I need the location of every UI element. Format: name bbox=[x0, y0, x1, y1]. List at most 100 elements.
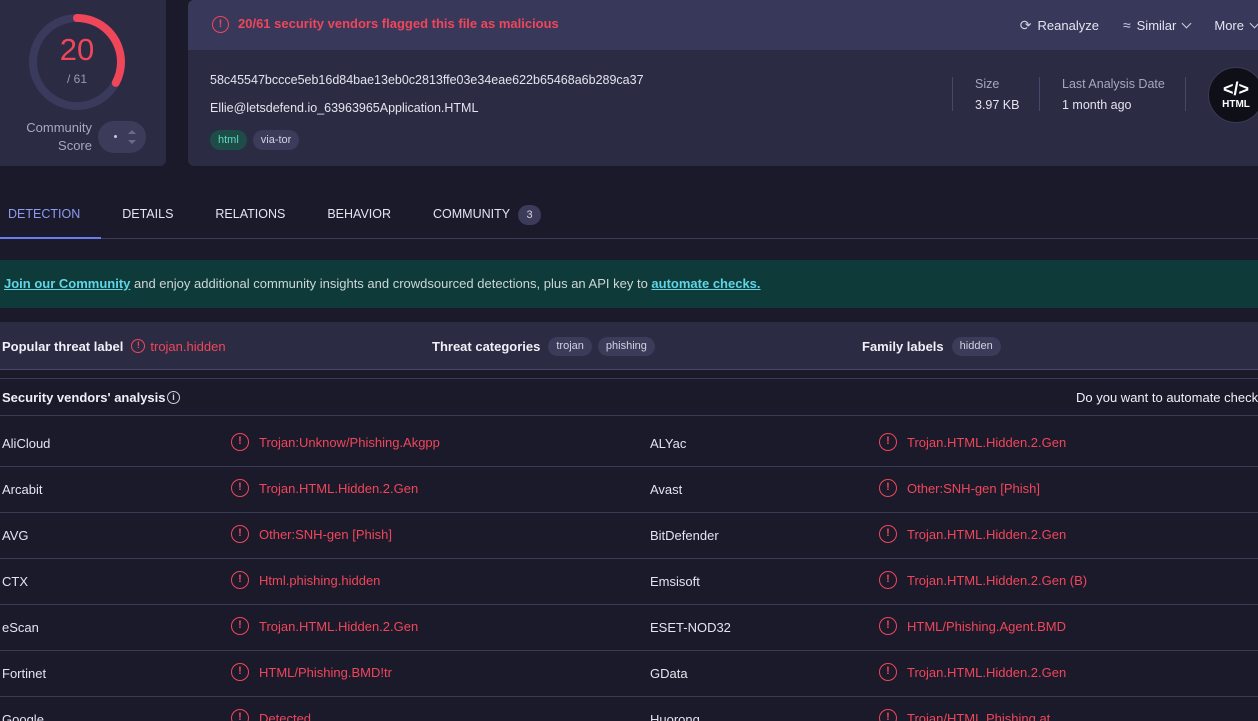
vendor-name: Emsisoft bbox=[650, 574, 700, 589]
vendor-result: ! Other:SNH-gen [Phish] bbox=[879, 479, 1040, 497]
file-hash[interactable]: 58c45547bccce5eb16d84bae13eb0c2813ffe03e… bbox=[210, 73, 644, 87]
community-banner: Join our Community and enjoy additional … bbox=[0, 260, 1258, 308]
detection-count: 20 bbox=[59, 32, 95, 67]
community-score-dot bbox=[114, 135, 117, 138]
alert-icon: ! bbox=[879, 709, 897, 721]
vendor-result: ! Trojan.HTML.Hidden.2.Gen (B) bbox=[879, 571, 1087, 589]
alert-icon: ! bbox=[212, 16, 229, 33]
vendor-name: ALYac bbox=[650, 436, 687, 451]
vendor-result: ! HTML/Phishing.BMD!tr bbox=[231, 663, 392, 681]
alert-icon: ! bbox=[879, 525, 897, 543]
alert-icon: ! bbox=[231, 525, 249, 543]
detection-score-card: 20 / 61 Community Score bbox=[0, 0, 166, 166]
family-labels: Family labels hidden bbox=[862, 322, 1007, 370]
popular-threat-label: Popular threat label ! trojan.hidden bbox=[2, 338, 226, 354]
alert-icon: ! bbox=[231, 617, 249, 635]
reanalyze-button[interactable]: ⟳ Reanalyze bbox=[1020, 17, 1099, 34]
file-tags: html via-tor bbox=[210, 130, 305, 150]
alert-icon: ! bbox=[879, 479, 897, 497]
alert-icon: ! bbox=[879, 433, 897, 451]
table-row: Google ! Detected Huorong ! Trojan/HTML.Ph… bbox=[0, 697, 1258, 721]
vendor-result: ! Detected bbox=[231, 709, 311, 721]
vendor-name: CTX bbox=[2, 574, 28, 589]
tab-details[interactable]: DETAILS bbox=[101, 197, 194, 239]
alert-text: 20/61 security vendors flagged this file… bbox=[238, 16, 559, 31]
meta-divider bbox=[1185, 77, 1186, 111]
html-file-icon: </> HTML bbox=[1208, 67, 1258, 123]
alert-icon: ! bbox=[231, 663, 249, 681]
vendor-name: eScan bbox=[2, 620, 39, 635]
report-tabs: DETECTION DETAILS RELATIONS BEHAVIOR COM… bbox=[0, 197, 1258, 239]
vendor-result: ! Trojan.HTML.Hidden.2.Gen bbox=[879, 525, 1066, 543]
vendor-name: ESET-NOD32 bbox=[650, 620, 731, 635]
threat-categories: Threat categories trojan phishing bbox=[432, 322, 661, 370]
detection-total: / 61 bbox=[66, 72, 87, 86]
tab-detection[interactable]: DETECTION bbox=[0, 197, 102, 239]
vendor-result: ! Trojan.HTML.Hidden.2.Gen bbox=[879, 663, 1066, 681]
vendor-result: ! HTML/Phishing.Agent.BMD bbox=[879, 617, 1066, 635]
vendors-analysis-title: Security vendors' analysis bbox=[2, 390, 166, 405]
community-count-badge: 3 bbox=[518, 205, 542, 225]
threat-summary: Popular threat label ! trojan.hidden Thr… bbox=[0, 322, 1258, 370]
more-dropdown[interactable]: More bbox=[1214, 18, 1258, 33]
vote-up-icon[interactable] bbox=[128, 130, 136, 134]
vendor-result: ! Trojan.HTML.Hidden.2.Gen bbox=[879, 433, 1066, 451]
alert-icon: ! bbox=[231, 709, 249, 721]
vendor-results-table: AliCloud ! Trojan:Unknow/Phishing.Akgpp A… bbox=[0, 421, 1258, 721]
vendor-result: ! Other:SNH-gen [Phish] bbox=[231, 525, 392, 543]
vendor-result: ! Trojan/HTML.Phishing.at bbox=[879, 709, 1050, 721]
family-chip-hidden[interactable]: hidden bbox=[951, 336, 1001, 356]
category-chip-trojan[interactable]: trojan bbox=[548, 336, 592, 356]
file-name: Ellie@letsdefend.io_63963965Application.… bbox=[210, 101, 479, 115]
vote-down-icon[interactable] bbox=[128, 140, 136, 144]
alert-icon: ! bbox=[231, 479, 249, 497]
tab-relations[interactable]: RELATIONS bbox=[194, 197, 306, 239]
alert-icon: ! bbox=[879, 571, 897, 589]
vendor-name: BitDefender bbox=[650, 528, 719, 543]
chevron-down-icon bbox=[1181, 18, 1192, 28]
table-row: CTX ! Html.phishing.hidden Emsisoft ! Troj… bbox=[0, 559, 1258, 605]
alert-icon: ! bbox=[879, 663, 897, 681]
chevron-down-icon bbox=[1249, 18, 1258, 28]
vendor-name: Avast bbox=[650, 482, 683, 497]
community-score-vote[interactable] bbox=[98, 121, 146, 153]
automate-checks-prompt[interactable]: Do you want to automate checks? bbox=[1076, 390, 1258, 405]
tab-behavior[interactable]: BEHAVIOR bbox=[306, 197, 412, 239]
header-actions: ⟳ Reanalyze ≈ Similar More bbox=[996, 16, 1258, 34]
community-score-label: Community Score bbox=[26, 120, 92, 153]
vendor-name: Fortinet bbox=[2, 666, 47, 681]
alert-icon: ! bbox=[231, 571, 249, 589]
file-summary-card: ! 20/61 security vendors flagged this fi… bbox=[188, 0, 1258, 166]
automate-checks-link[interactable]: automate checks. bbox=[651, 276, 760, 291]
popular-threat-value[interactable]: trojan.hidden bbox=[150, 339, 225, 354]
tag-html[interactable]: html bbox=[210, 130, 247, 150]
vendor-result: ! Trojan.HTML.Hidden.2.Gen bbox=[231, 479, 418, 497]
table-row: AliCloud ! Trojan:Unknow/Phishing.Akgpp A… bbox=[0, 421, 1258, 467]
file-size: Size 3.97 KB bbox=[952, 77, 1019, 112]
vendor-result: ! Html.phishing.hidden bbox=[231, 571, 380, 589]
vendors-analysis-header: Security vendors' analysis i Do you want… bbox=[0, 378, 1258, 416]
category-chip-phishing[interactable]: phishing bbox=[597, 336, 655, 356]
vendor-name: Google bbox=[2, 712, 44, 721]
vendor-result: ! Trojan.HTML.Hidden.2.Gen bbox=[231, 617, 418, 635]
alert-icon: ! bbox=[131, 339, 146, 353]
approx-icon: ≈ bbox=[1122, 17, 1131, 33]
tag-via-tor[interactable]: via-tor bbox=[252, 130, 300, 150]
table-row: AVG ! Other:SNH-gen [Phish] BitDefender !… bbox=[0, 513, 1258, 559]
alert-bar: ! 20/61 security vendors flagged this fi… bbox=[188, 0, 1258, 50]
vendor-name: GData bbox=[650, 666, 688, 681]
table-row: Arcabit ! Trojan.HTML.Hidden.2.Gen Avast … bbox=[0, 467, 1258, 513]
vendor-name: Huorong bbox=[650, 712, 700, 721]
info-icon[interactable]: i bbox=[167, 391, 180, 404]
vendor-name: AliCloud bbox=[2, 436, 51, 451]
refresh-icon: ⟳ bbox=[1019, 16, 1032, 33]
table-row: eScan ! Trojan.HTML.Hidden.2.Gen ESET-NOD… bbox=[0, 605, 1258, 651]
tab-community[interactable]: COMMUNITY 3 bbox=[412, 197, 542, 239]
vendor-name: Arcabit bbox=[2, 482, 43, 497]
table-row: Fortinet ! HTML/Phishing.BMD!tr GData ! Tr… bbox=[0, 651, 1258, 697]
similar-dropdown[interactable]: ≈ Similar bbox=[1122, 17, 1192, 33]
last-analysis-date: Last Analysis Date 1 month ago bbox=[1039, 77, 1165, 112]
vendor-name: AVG bbox=[2, 528, 29, 543]
alert-icon: ! bbox=[231, 433, 249, 451]
join-community-link[interactable]: Join our Community bbox=[4, 276, 130, 291]
